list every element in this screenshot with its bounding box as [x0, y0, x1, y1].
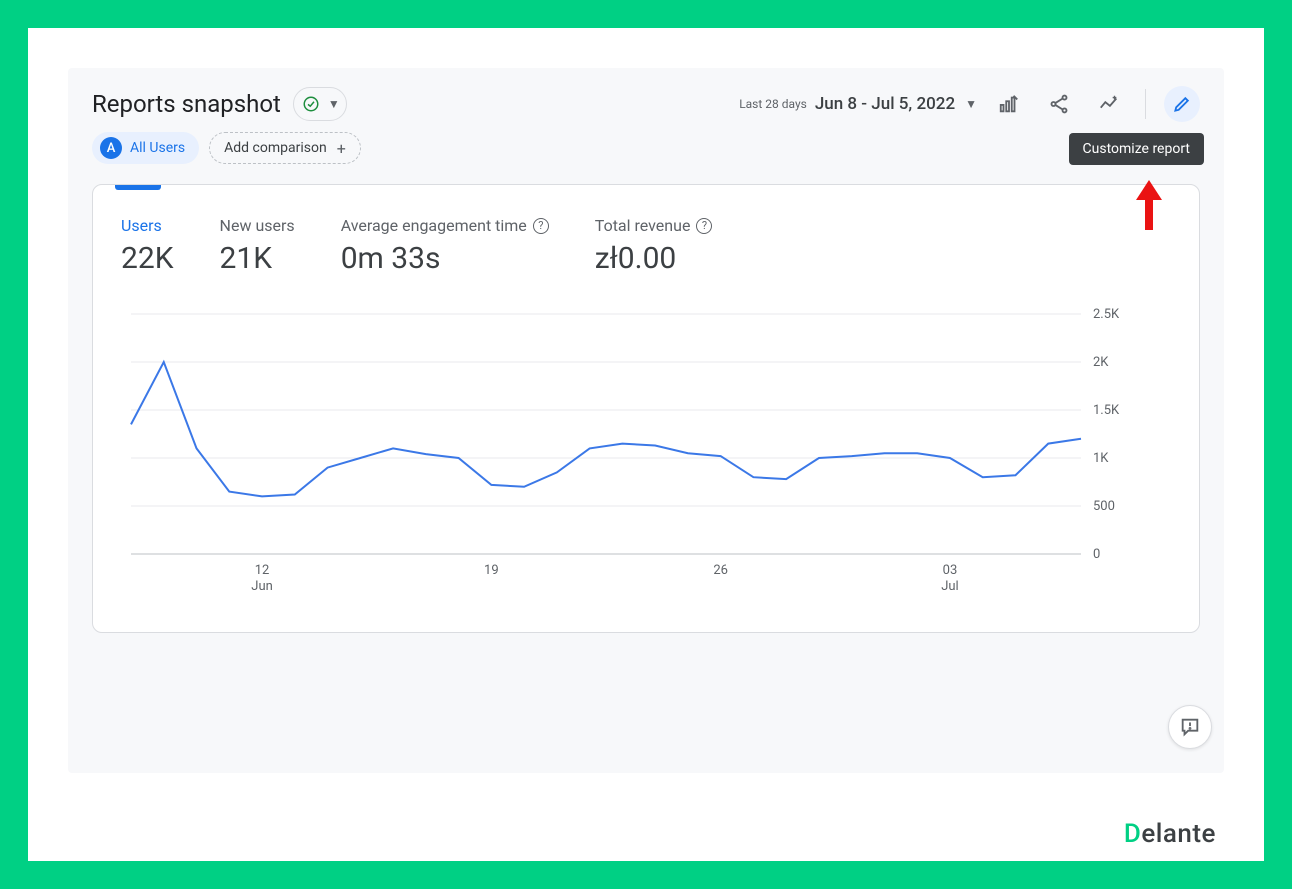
overview-card: Users 22K New users 21K Average engagement t… [92, 184, 1200, 633]
divider [1145, 89, 1146, 119]
date-range-selector[interactable]: Last 28 days Jun 8 - Jul 5, 2022 ▼ [739, 94, 977, 114]
share-icon [1048, 93, 1070, 115]
status-dropdown[interactable]: ▼ [293, 87, 347, 121]
metric-label: Average engagement time ? [341, 216, 549, 235]
svg-text:03: 03 [943, 563, 958, 578]
svg-text:0: 0 [1093, 547, 1100, 562]
svg-text:19: 19 [484, 563, 499, 578]
segment-label: All Users [130, 140, 185, 156]
svg-text:2K: 2K [1093, 355, 1109, 370]
annotation-arrow [1134, 180, 1164, 234]
metric-2[interactable]: Average engagement time ? 0m 33s [341, 216, 549, 276]
svg-text:1K: 1K [1093, 451, 1109, 466]
filter-bar: A All Users Add comparison + [68, 132, 1224, 184]
svg-text:1.5K: 1.5K [1093, 403, 1120, 418]
plus-icon: + [337, 139, 346, 158]
pencil-icon [1172, 94, 1192, 114]
svg-text:12: 12 [255, 563, 270, 578]
customize-tooltip: Customize report [1069, 133, 1204, 165]
metric-value: 0m 33s [341, 241, 549, 276]
svg-text:500: 500 [1093, 499, 1115, 514]
outer-frame: Reports snapshot ▼ Last 28 days Jun 8 - … [28, 28, 1264, 861]
metric-value: 21K [220, 241, 295, 276]
page-title: Reports snapshot [92, 90, 281, 118]
svg-text:2.5K: 2.5K [1093, 307, 1120, 322]
add-comparison-chip[interactable]: Add comparison + [209, 132, 361, 164]
help-icon[interactable]: ? [533, 218, 549, 234]
svg-text:26: 26 [713, 563, 728, 578]
header-bar: Reports snapshot ▼ Last 28 days Jun 8 - … [68, 68, 1224, 132]
chevron-down-icon: ▼ [328, 97, 340, 111]
customize-comparison-icon[interactable] [991, 86, 1027, 122]
metric-3[interactable]: Total revenue ? zł0.00 [595, 216, 713, 276]
chevron-down-icon: ▼ [965, 97, 977, 111]
svg-text:Jun: Jun [251, 579, 273, 594]
metric-label: New users [220, 216, 295, 235]
metric-1[interactable]: New users 21K [220, 216, 295, 276]
bar-chart-edit-icon [998, 93, 1020, 115]
line-chart: 0 500 1K 1.5K 2K 2.5K 12Jun 19 26 03Jul [121, 304, 1131, 604]
metric-value: 22K [121, 241, 174, 276]
add-comparison-label: Add comparison [224, 140, 327, 156]
help-icon[interactable]: ? [696, 218, 712, 234]
sparkle-line-icon [1098, 93, 1120, 115]
share-button[interactable] [1041, 86, 1077, 122]
insights-button[interactable] [1091, 86, 1127, 122]
date-range-label: Jun 8 - Jul 5, 2022 [815, 94, 955, 114]
date-hint: Last 28 days [739, 97, 807, 111]
metric-label: Total revenue ? [595, 216, 713, 235]
chart-container: 0 500 1K 1.5K 2K 2.5K 12Jun 19 26 03Jul [93, 294, 1199, 632]
metric-value: zł0.00 [595, 241, 713, 276]
metric-0[interactable]: Users 22K [121, 216, 174, 276]
brand-logo: Delante [1124, 819, 1216, 849]
segment-chip-all-users[interactable]: A All Users [92, 132, 199, 164]
svg-text:Jul: Jul [941, 579, 959, 594]
check-circle-icon [302, 95, 320, 113]
metrics-row: Users 22K New users 21K Average engagement t… [93, 190, 1199, 294]
header-actions: Last 28 days Jun 8 - Jul 5, 2022 ▼ [739, 86, 1200, 122]
app-window: Reports snapshot ▼ Last 28 days Jun 8 - … [68, 68, 1224, 773]
metric-label: Users [121, 216, 174, 235]
customize-report-button[interactable] [1164, 86, 1200, 122]
feedback-button[interactable] [1168, 705, 1212, 749]
feedback-icon [1179, 716, 1201, 738]
segment-badge: A [100, 137, 122, 159]
